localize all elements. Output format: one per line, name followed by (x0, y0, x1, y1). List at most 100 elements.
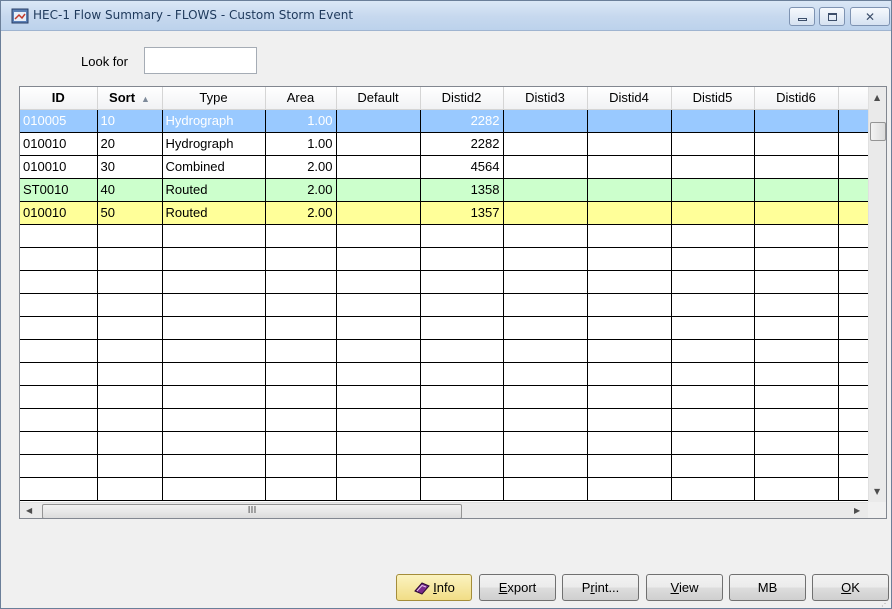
cell-empty[interactable] (671, 109, 755, 133)
cell-empty[interactable] (336, 385, 421, 409)
cell-empty[interactable] (587, 293, 672, 317)
cell-empty[interactable] (336, 293, 421, 317)
cell-empty[interactable] (838, 316, 869, 340)
cell-empty[interactable] (97, 385, 163, 409)
cell-empty[interactable] (671, 477, 755, 501)
cell-empty[interactable] (587, 224, 672, 248)
col-header-distid5[interactable]: Distid5 (671, 87, 755, 110)
cell-empty[interactable] (420, 316, 504, 340)
cell-empty[interactable] (20, 224, 98, 248)
cell-empty[interactable] (420, 247, 504, 271)
cell-empty[interactable] (162, 431, 266, 455)
cell-default[interactable] (336, 109, 421, 133)
cell-empty[interactable] (754, 408, 839, 432)
cell-empty[interactable] (838, 477, 869, 501)
cell-empty[interactable] (20, 362, 98, 386)
view-button[interactable]: View (646, 574, 723, 601)
cell-empty[interactable] (265, 362, 337, 386)
cell-empty[interactable] (162, 224, 266, 248)
cell-empty[interactable] (97, 431, 163, 455)
cell-empty[interactable] (162, 339, 266, 363)
cell-empty[interactable] (754, 385, 839, 409)
cell-empty[interactable] (838, 178, 869, 202)
cell-empty[interactable] (503, 477, 588, 501)
cell-empty[interactable] (336, 316, 421, 340)
cell-empty[interactable] (265, 247, 337, 271)
resize-grip-icon[interactable]: ⋰ (881, 599, 889, 608)
cell-empty[interactable] (503, 201, 588, 225)
cell-empty[interactable] (754, 293, 839, 317)
cell-empty[interactable] (503, 132, 588, 156)
cell-empty[interactable] (420, 431, 504, 455)
cell-empty[interactable] (97, 247, 163, 271)
cell-area[interactable]: 2.00 (265, 155, 337, 179)
cell-type[interactable]: Hydrograph (162, 109, 266, 133)
cell-empty[interactable] (587, 201, 672, 225)
look-for-input[interactable] (144, 47, 257, 74)
cell-empty[interactable] (420, 454, 504, 478)
cell-empty[interactable] (838, 339, 869, 363)
print-button[interactable]: Print... (562, 574, 639, 601)
cell-empty[interactable] (838, 385, 869, 409)
cell-empty[interactable] (503, 339, 588, 363)
cell-empty[interactable] (20, 408, 98, 432)
cell-empty[interactable] (838, 270, 869, 294)
cell-empty[interactable] (20, 454, 98, 478)
cell-empty[interactable] (336, 224, 421, 248)
cell-empty[interactable] (420, 339, 504, 363)
horizontal-scrollbar[interactable]: ◀ III ▶ (20, 502, 868, 518)
cell-empty[interactable] (503, 408, 588, 432)
table-row-empty[interactable] (20, 247, 869, 271)
cell-empty[interactable] (838, 408, 869, 432)
cell-id[interactable]: 010010 (20, 155, 98, 179)
cell-empty[interactable] (754, 477, 839, 501)
cell-empty[interactable] (503, 293, 588, 317)
cell-empty[interactable] (336, 339, 421, 363)
flow-summary-grid[interactable]: ID Sort ▲ Type Area Default Distid2 Disti… (19, 86, 887, 519)
table-row[interactable]: 010010 30 Combined 2.00 4564 (20, 155, 869, 179)
cell-empty[interactable] (754, 224, 839, 248)
cell-empty[interactable] (503, 362, 588, 386)
cell-empty[interactable] (20, 431, 98, 455)
cell-empty[interactable] (754, 155, 839, 179)
cell-empty[interactable] (671, 201, 755, 225)
scroll-up-icon[interactable]: ▲ (874, 93, 880, 102)
table-row[interactable]: ST0010 40 Routed 2.00 1358 (20, 178, 869, 202)
cell-empty[interactable] (336, 431, 421, 455)
cell-empty[interactable] (162, 385, 266, 409)
cell-empty[interactable] (97, 477, 163, 501)
cell-default[interactable] (336, 178, 421, 202)
export-button[interactable]: Export (479, 574, 556, 601)
cell-empty[interactable] (671, 293, 755, 317)
cell-id[interactable]: 010010 (20, 201, 98, 225)
cell-type[interactable]: Combined (162, 155, 266, 179)
table-row-empty[interactable] (20, 431, 869, 455)
title-bar[interactable]: HEC-1 Flow Summary - FLOWS - Custom Stor… (1, 1, 891, 31)
col-header-sort[interactable]: Sort ▲ (97, 87, 163, 110)
cell-empty[interactable] (671, 270, 755, 294)
cell-empty[interactable] (671, 408, 755, 432)
cell-empty[interactable] (420, 385, 504, 409)
cell-empty[interactable] (420, 408, 504, 432)
cell-empty[interactable] (503, 224, 588, 248)
cell-sort[interactable]: 10 (97, 109, 163, 133)
cell-empty[interactable] (20, 316, 98, 340)
cell-empty[interactable] (20, 339, 98, 363)
cell-area[interactable]: 2.00 (265, 178, 337, 202)
col-header-distid6[interactable]: Distid6 (754, 87, 839, 110)
cell-empty[interactable] (587, 109, 672, 133)
cell-area[interactable]: 2.00 (265, 201, 337, 225)
cell-empty[interactable] (671, 155, 755, 179)
cell-empty[interactable] (754, 362, 839, 386)
cell-empty[interactable] (336, 247, 421, 271)
table-row-empty[interactable] (20, 270, 869, 294)
cell-empty[interactable] (587, 431, 672, 455)
close-button[interactable]: ✕ (850, 7, 890, 26)
cell-sort[interactable]: 40 (97, 178, 163, 202)
cell-empty[interactable] (587, 316, 672, 340)
cell-empty[interactable] (265, 339, 337, 363)
cell-empty[interactable] (20, 477, 98, 501)
cell-empty[interactable] (838, 201, 869, 225)
col-header-distid4[interactable]: Distid4 (587, 87, 672, 110)
cell-empty[interactable] (671, 454, 755, 478)
